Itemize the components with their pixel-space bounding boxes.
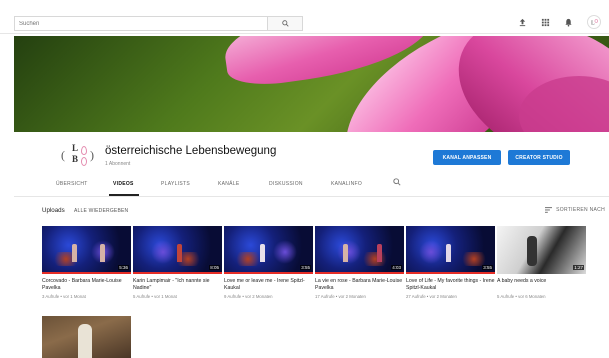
tab-playlists[interactable]: PLAYLISTS xyxy=(161,181,190,187)
tab-channels[interactable]: KANÄLE xyxy=(218,181,240,187)
tab-overview[interactable]: ÜBERSICHT xyxy=(56,181,88,187)
svg-text:L: L xyxy=(591,21,595,27)
channel-title: österreichische Lebensbewegung xyxy=(105,145,277,157)
upload-icon[interactable] xyxy=(518,18,527,27)
active-tab-indicator xyxy=(109,194,139,196)
sort-label: SORTIEREN NACH xyxy=(556,207,605,213)
logo-letter-bottom: B xyxy=(72,154,79,164)
watch-progress-bar xyxy=(224,272,313,274)
video-duration: 3:55 xyxy=(300,265,311,270)
customize-channel-button[interactable]: KANAL ANPASSEN xyxy=(433,150,501,165)
video-title[interactable]: La vie en rose - Barbara Marie-Louise Pa… xyxy=(315,278,404,292)
uploads-title: Uploads xyxy=(42,207,65,214)
video-title[interactable]: Corcovado - Barbara Marie-Louise Pavelka xyxy=(42,278,131,292)
video-card[interactable]: 3:55 Love of Life - My favorite things -… xyxy=(406,226,495,299)
video-title[interactable]: Karin Lampimair - "Ich nannte sie Nadine… xyxy=(133,278,222,292)
video-thumbnail[interactable]: 3:55 xyxy=(406,226,495,274)
video-card[interactable]: 8:05 Karin Lampimair - "Ich nannte sie N… xyxy=(133,226,222,299)
video-card[interactable]: 4:03 La vie en rose - Barbara Marie-Loui… xyxy=(315,226,404,299)
video-card[interactable]: 5:36 Corcovado - Barbara Marie-Louise Pa… xyxy=(42,226,131,299)
video-meta: 3 Aufrufe • vor 1 Monat xyxy=(42,294,86,299)
tab-videos[interactable]: VIDEOS xyxy=(113,181,134,187)
play-all-link[interactable]: ALLE WIEDERGEBEN xyxy=(74,208,128,214)
video-duration: 5:36 xyxy=(118,265,129,270)
video-thumbnail[interactable]: 4:03 xyxy=(315,226,404,274)
bell-icon[interactable] xyxy=(564,18,573,27)
video-card[interactable]: 1:27 A baby needs a voice 5 Aufrufe • vo… xyxy=(497,226,586,299)
video-meta: 5 Aufrufe • vor 6 Monaten xyxy=(497,294,546,299)
video-meta: 17 Aufrufe • vor 2 Monaten xyxy=(315,294,366,299)
video-thumbnail[interactable]: 1:27 xyxy=(497,226,586,274)
channel-logo[interactable]: ( L B ) xyxy=(59,142,97,168)
video-duration: 3:55 xyxy=(482,265,493,270)
video-meta: 9 Aufrufe • vor 2 Monaten xyxy=(224,294,273,299)
video-meta: 5 Aufrufe • vor 1 Monat xyxy=(133,294,177,299)
sort-button[interactable]: SORTIEREN NACH xyxy=(545,207,605,213)
watch-progress-bar xyxy=(133,272,222,274)
video-thumbnail[interactable] xyxy=(42,316,131,358)
video-title[interactable]: Love of Life - My favorite things - Iren… xyxy=(406,278,495,292)
watch-progress-bar xyxy=(406,272,495,274)
logo-drop-icon xyxy=(81,157,87,166)
video-card[interactable] xyxy=(42,316,131,358)
channel-tabs: ÜBERSICHT VIDEOS PLAYLISTS KANÄLE DISKUS… xyxy=(14,175,609,197)
sort-icon xyxy=(545,207,553,213)
logo-letter-top: L xyxy=(72,143,79,153)
video-title[interactable]: Love me or leave me - Irene Spitzl-Kauka… xyxy=(224,278,313,292)
watch-progress-bar xyxy=(42,272,131,274)
tab-discussion[interactable]: DISKUSSION xyxy=(269,181,303,187)
subscriber-count: 1 Abonnent xyxy=(105,161,131,167)
video-duration: 8:05 xyxy=(209,265,220,270)
uploads-header: Uploads ALLE WIEDERGEBEN SORTIEREN NACH xyxy=(14,204,609,218)
video-duration: 4:03 xyxy=(391,265,402,270)
video-card[interactable]: 3:55 Love me or leave me - Irene Spitzl-… xyxy=(224,226,313,299)
watch-progress-bar xyxy=(315,272,404,274)
tab-about[interactable]: KANALINFO xyxy=(331,181,362,187)
video-duration: 1:27 xyxy=(573,265,584,270)
search-button[interactable] xyxy=(267,16,303,31)
top-icons: L xyxy=(518,15,601,29)
channel-search-icon[interactable] xyxy=(393,178,401,186)
video-title[interactable]: A baby needs a voice xyxy=(497,278,586,292)
channel-banner xyxy=(14,36,609,132)
creator-studio-button[interactable]: CREATOR STUDIO xyxy=(508,150,570,165)
video-thumbnail[interactable]: 3:55 xyxy=(224,226,313,274)
apps-grid-icon[interactable] xyxy=(541,18,550,27)
search-input[interactable] xyxy=(14,16,267,31)
search-icon xyxy=(281,20,289,27)
avatar[interactable]: L xyxy=(587,15,601,29)
channel-header: ( L B ) österreichische Lebensbewegung 1… xyxy=(14,132,609,175)
video-meta: 27 Aufrufe • vor 2 Monaten xyxy=(406,294,457,299)
video-thumbnail[interactable]: 5:36 xyxy=(42,226,131,274)
top-bar: L xyxy=(0,0,609,34)
video-thumbnail[interactable]: 8:05 xyxy=(133,226,222,274)
logo-drop-icon xyxy=(81,146,87,155)
